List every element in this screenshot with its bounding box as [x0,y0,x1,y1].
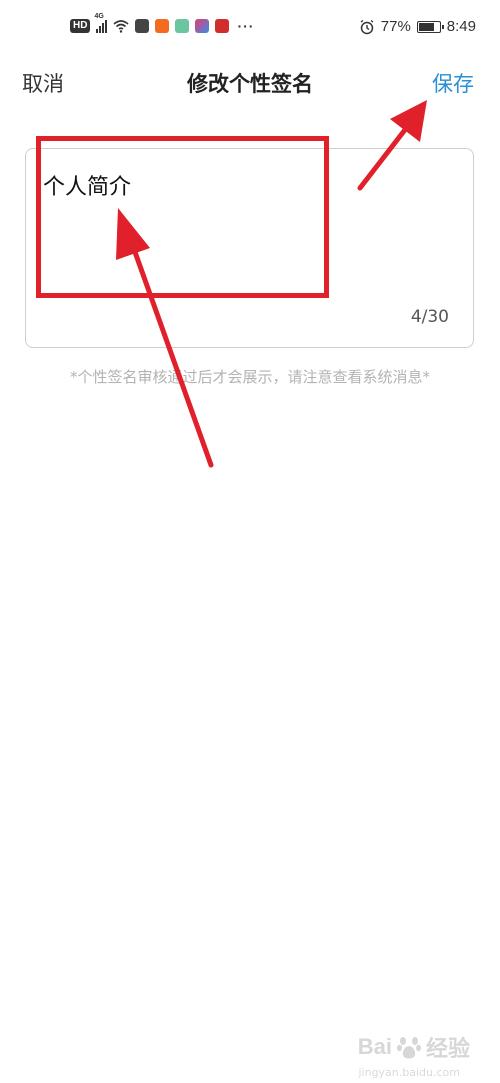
taobao-app-icon [155,19,170,33]
maps-app-icon [175,19,190,33]
char-counter: 4/30 [410,307,449,327]
status-bar: HD 4G ··· 77% 8:49 [0,0,500,58]
wifi-icon [113,20,129,33]
network-type: 4G [94,13,104,20]
status-bar-right: 77% 8:49 [359,18,476,35]
video-app-icon [195,19,210,33]
watermark-url: jingyan.baidu.com [358,1066,460,1079]
annotation-highlight-box [36,136,329,298]
review-hint: *个性签名审核通过后才会展示，请注意查看系统消息* [69,368,430,386]
more-notifications-icon: ··· [237,18,255,34]
watermark-brand-suffix: 经验 [425,1036,470,1061]
page-title: 修改个性签名 [187,72,313,96]
cellular-signal-icon: 4G [94,13,108,33]
netease-app-icon [215,19,230,33]
watermark-brand: Bai [357,1034,392,1059]
battery-percent: 77% [380,18,411,35]
baidu-paw-logo-icon [396,1037,421,1059]
status-bar-left: HD 4G ··· [70,13,255,34]
clock: 8:49 [446,18,476,35]
battery-level [418,22,434,31]
screen: HD 4G ··· 77% 8:49 取消 修改个性签名 保存 个人简介 4/3… [0,0,500,1083]
hd-badge: HD [70,19,91,33]
notification-app-icon [135,19,150,33]
alarm-icon [360,19,374,34]
header: 取消 修改个性签名 保存 [0,58,500,108]
battery-icon [416,20,444,33]
save-button[interactable]: 保存 [432,68,474,98]
baidu-watermark: Bai 经验 [358,1031,470,1063]
